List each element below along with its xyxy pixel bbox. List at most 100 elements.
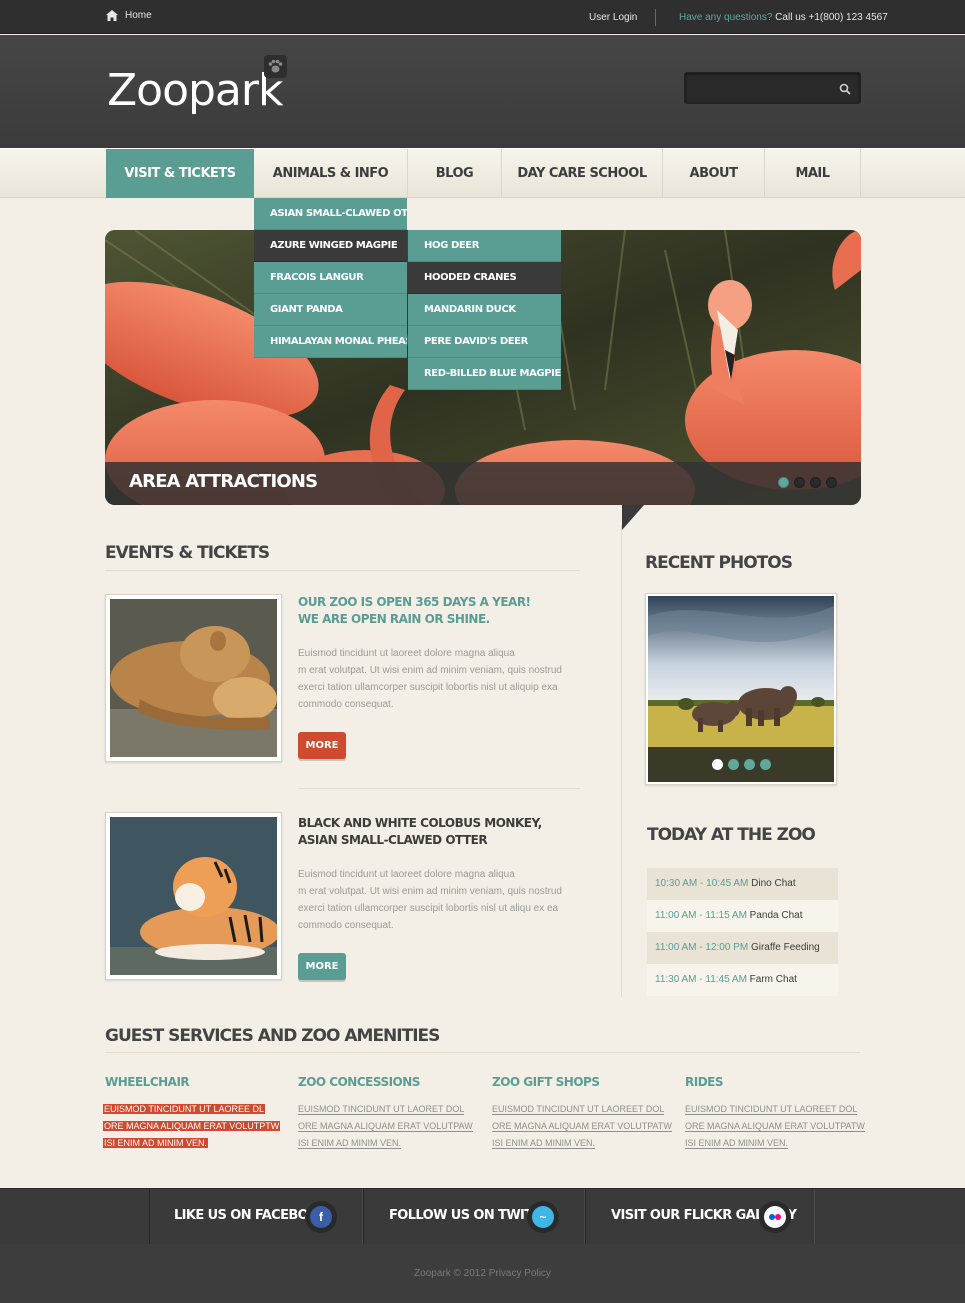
schedule-event: Panda Chat xyxy=(746,910,803,921)
events-heading: EVENTS & TICKETS xyxy=(105,543,270,563)
slider-dot[interactable] xyxy=(778,477,789,488)
schedule-item[interactable]: 11:00 AM - 12:00 PM Giraffe Feeding xyxy=(647,932,838,964)
submenu-item[interactable]: HOG DEER xyxy=(408,230,561,262)
amenity-link[interactable]: ISI ENIM AD MINIM VEN. xyxy=(492,1138,596,1149)
slider-dot[interactable] xyxy=(794,477,805,488)
schedule-item[interactable]: 10:30 AM - 10:45 AM Dino Chat xyxy=(647,868,838,900)
amenity-link[interactable]: EUISMOD TINCIDUNT UT LAOREET DOL xyxy=(685,1104,858,1115)
event-text-line: Euismod tincidunt ut laoreet dolore magn… xyxy=(298,648,515,659)
submenu-item[interactable]: MANDARIN DUCK xyxy=(408,294,561,326)
amenity-link[interactable]: ORE MAGNA ALIQUAM ERAT VOLUTPTW xyxy=(103,1121,281,1131)
amenity-link[interactable]: ISI ENIM AD MINIM VEN. xyxy=(685,1138,789,1149)
event-text-line: m erat volutpat. Ut wisi enim ad minim v… xyxy=(298,665,562,676)
event-title-line: BLACK AND WHITE COLOBUS MONKEY, xyxy=(298,816,542,830)
flickr-icon xyxy=(759,1201,791,1233)
amenity-link[interactable]: ORE MAGNA ALIQUAM ERAT VOLUTPATW xyxy=(492,1121,672,1132)
slider-dot[interactable] xyxy=(826,477,837,488)
divider xyxy=(298,788,580,789)
event-text-line: m erat volutpat. Ut wisi enim ad minim v… xyxy=(298,886,562,897)
search-input[interactable] xyxy=(691,79,831,99)
dropdown-item[interactable]: GIANT PANDA xyxy=(254,294,407,326)
more-button[interactable]: MORE xyxy=(298,732,346,759)
event-text-line: commodo consequat. xyxy=(298,699,394,710)
dropdown-item[interactable]: AZURE WINGED MAGPIE xyxy=(254,230,407,262)
amenity-title[interactable]: ZOO CONCESSIONS xyxy=(298,1075,420,1089)
schedule-time: 11:30 AM - 11:45 AM xyxy=(655,974,747,985)
header: Zoopark xyxy=(0,35,965,148)
dropdown-item[interactable]: HIMALAYAN MONAL PHEASANT xyxy=(254,326,407,358)
today-heading: TODAY AT THE ZOO xyxy=(647,825,816,845)
flickr-link[interactable]: VISIT OUR FLICKR GALLERY xyxy=(585,1189,815,1245)
photo-dot[interactable] xyxy=(760,759,771,770)
logo[interactable]: Zoopark xyxy=(107,65,283,116)
event-description: Euismod tincidunt ut laoreet dolore magn… xyxy=(298,645,568,713)
schedule-time: 10:30 AM - 10:45 AM xyxy=(655,878,749,889)
slider-dots xyxy=(778,477,837,488)
event-title[interactable]: BLACK AND WHITE COLOBUS MONKEY, ASIAN SM… xyxy=(298,815,542,849)
nav-mail[interactable]: MAIL xyxy=(765,149,861,198)
submenu-item[interactable]: HOODED CRANES xyxy=(408,262,561,294)
schedule-event: Dino Chat xyxy=(748,878,796,889)
amenity-link[interactable]: ISI ENIM AD MINIM VEN. xyxy=(298,1138,402,1149)
footer: Zoopark © 2012 Privacy Policy xyxy=(0,1244,965,1303)
search-icon[interactable] xyxy=(839,83,851,95)
dropdown-item[interactable]: ASIAN SMALL-CLAWED OTTER xyxy=(254,198,407,230)
amenity-link[interactable]: EUISMOD TINCIDUNT UT LAOREET DOL xyxy=(492,1104,665,1115)
event-title[interactable]: OUR ZOO IS OPEN 365 DAYS A YEAR! WE ARE … xyxy=(298,594,531,628)
question-text: Have any questions? xyxy=(679,12,773,23)
amenity-text: EUISMOD TINCIDUNT UT LAORET DOL ORE MAGN… xyxy=(298,1101,473,1152)
event-text-line: exerci tation ullamcorper suscipit lobor… xyxy=(298,903,559,914)
slider-pointer xyxy=(622,505,644,530)
nav-about[interactable]: ABOUT xyxy=(663,149,765,198)
user-login-link[interactable]: User Login xyxy=(589,12,637,23)
amenity-text: EUISMOD TINCIDUNT UT LAOREET DOL ORE MAG… xyxy=(685,1101,865,1152)
event-title-line: WE ARE OPEN RAIN OR SHINE. xyxy=(298,612,490,626)
amenity-link[interactable]: EUISMOD TINCIDUNT UT LAOREE DL xyxy=(103,1104,266,1114)
twitter-icon: ~ xyxy=(527,1201,559,1233)
twitter-link[interactable]: FOLLOW US ON TWITTER ~ xyxy=(363,1189,585,1245)
copyright[interactable]: Zoopark © 2012 Privacy Policy xyxy=(0,1268,965,1279)
event-text-line: Euismod tincidunt ut laoreet dolore magn… xyxy=(298,869,515,880)
divider xyxy=(105,570,580,571)
home-link[interactable]: Home xyxy=(106,10,152,21)
slider-dot[interactable] xyxy=(810,477,821,488)
column-divider xyxy=(621,525,622,997)
nav-blog[interactable]: BLOG xyxy=(408,149,502,198)
divider xyxy=(655,9,656,26)
dropdown-item[interactable]: FRACOIS LANGUR xyxy=(254,262,407,294)
event-description: Euismod tincidunt ut laoreet dolore magn… xyxy=(298,866,568,934)
facebook-icon: f xyxy=(305,1201,337,1233)
social-bar: LIKE US ON FACEBOOK f FOLLOW US ON TWITT… xyxy=(0,1188,965,1245)
paw-icon xyxy=(264,55,287,78)
photo-dot[interactable] xyxy=(744,759,755,770)
slider-caption: AREA ATTRACTIONS xyxy=(129,471,318,492)
schedule-item[interactable]: 11:00 AM - 11:15 AM Panda Chat xyxy=(647,900,838,932)
amenity-title[interactable]: WHEELCHAIR xyxy=(105,1075,190,1089)
tiger-image[interactable] xyxy=(105,812,282,980)
nav-visit-tickets[interactable]: VISIT & TICKETS xyxy=(106,149,254,198)
divider xyxy=(105,1052,860,1053)
amenity-title[interactable]: ZOO GIFT SHOPS xyxy=(492,1075,600,1089)
recent-photo[interactable] xyxy=(645,593,837,785)
amenity-title[interactable]: RIDES xyxy=(685,1075,724,1089)
photo-dot[interactable] xyxy=(712,759,723,770)
amenity-link[interactable]: ORE MAGNA ALIQUAM ERAT VOLUTPATW xyxy=(685,1121,865,1132)
amenity-link[interactable]: ISI ENIM AD MINIM VEN. xyxy=(103,1138,209,1148)
schedule-item[interactable]: 11:30 AM - 11:45 AM Farm Chat xyxy=(647,964,838,996)
photo-dot[interactable] xyxy=(728,759,739,770)
lion-image[interactable] xyxy=(105,594,282,762)
event-title-line: ASIAN SMALL-CLAWED OTTER xyxy=(298,833,488,847)
main-nav: VISIT & TICKETS ANIMALS & INFO BLOG DAY … xyxy=(0,148,965,198)
nav-animals-info[interactable]: ANIMALS & INFO xyxy=(254,149,408,198)
schedule-event: Farm Chat xyxy=(746,974,797,985)
submenu-item[interactable]: RED-BILLED BLUE MAGPIE xyxy=(408,358,561,390)
nav-day-care-school[interactable]: DAY CARE SCHOOL xyxy=(502,149,663,198)
amenity-link[interactable]: EUISMOD TINCIDUNT UT LAORET DOL xyxy=(298,1104,465,1115)
event-text-line: commodo consequat. xyxy=(298,920,394,931)
amenities-heading: GUEST SERVICES AND ZOO AMENITIES xyxy=(105,1026,440,1046)
facebook-link[interactable]: LIKE US ON FACEBOOK f xyxy=(149,1189,363,1245)
amenity-text: EUISMOD TINCIDUNT UT LAOREET DOL ORE MAG… xyxy=(492,1101,672,1152)
amenity-link[interactable]: ORE MAGNA ALIQUAM ERAT VOLUTPAW xyxy=(298,1121,473,1132)
submenu-item[interactable]: PERE DAVID'S DEER xyxy=(408,326,561,358)
more-button[interactable]: MORE xyxy=(298,953,346,980)
